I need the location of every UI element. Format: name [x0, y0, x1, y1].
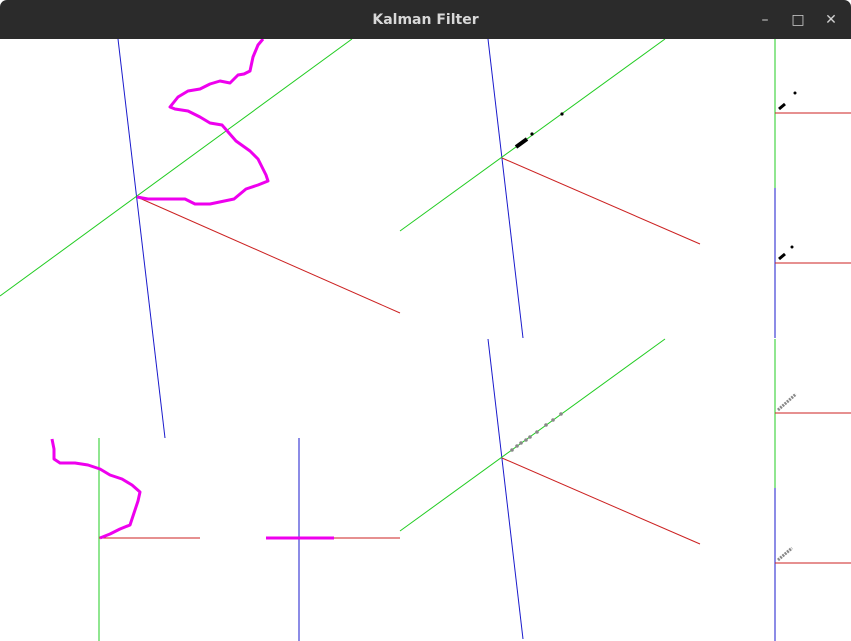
sample-point	[560, 112, 564, 116]
sample-point	[790, 245, 794, 249]
view-2d-right-2	[774, 188, 851, 338]
sample-cluster	[514, 137, 529, 149]
sample-cluster	[778, 102, 786, 111]
sample-point	[793, 91, 797, 95]
close-button[interactable]: ✕	[819, 8, 843, 32]
axis-z	[487, 338, 524, 640]
sample-point	[524, 438, 528, 442]
view-2d-right-1	[774, 39, 851, 188]
view-3d-samples-bottom	[399, 338, 701, 640]
axis-z	[487, 39, 524, 339]
sample-point	[535, 430, 539, 434]
minimize-button[interactable]: –	[753, 8, 777, 32]
view-2d-center	[266, 438, 400, 641]
view-3d-large	[0, 39, 401, 439]
sample-point	[528, 435, 532, 439]
sample-point	[510, 448, 514, 452]
sample-point	[530, 132, 534, 136]
plot-canvas[interactable]	[0, 39, 851, 641]
sample-point	[515, 444, 519, 448]
sample-point	[551, 418, 555, 422]
trajectory-3d-large	[136, 39, 270, 206]
sample-point	[559, 412, 563, 416]
trajectory-2d-left	[50, 438, 142, 540]
sample-point	[544, 423, 548, 427]
axis-x	[501, 457, 701, 545]
axis-x	[501, 157, 701, 245]
axis-y	[0, 39, 353, 297]
sample-cluster	[777, 392, 797, 412]
title-bar[interactable]: Kalman Filter – □ ✕	[0, 0, 851, 39]
view-2d-right-3	[774, 339, 851, 488]
sample-cluster	[777, 546, 793, 562]
kalman-filter-window: Kalman Filter – □ ✕	[0, 0, 851, 641]
sample-cluster	[778, 252, 786, 261]
window-title: Kalman Filter	[372, 12, 479, 28]
axis-x	[136, 196, 401, 314]
maximize-button[interactable]: □	[786, 8, 810, 32]
view-2d-right-4	[774, 488, 851, 641]
sample-point	[519, 441, 523, 445]
axis-z	[117, 39, 166, 439]
axis-y	[399, 338, 666, 532]
view-2d-left	[50, 438, 200, 641]
view-3d-samples-top	[399, 39, 701, 339]
